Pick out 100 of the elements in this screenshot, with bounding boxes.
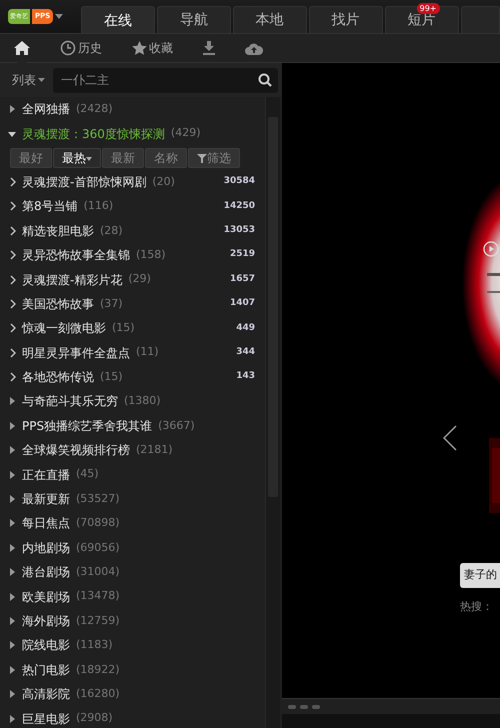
chevron-right-icon[interactable] [10,323,16,334]
category-item[interactable]: 内地剧场 [22,538,70,557]
item-count: (2428) [76,100,113,117]
item-count: (45) [76,466,99,482]
subcategory-item[interactable]: 各地恐怖传说 [22,368,94,386]
sort-button[interactable]: 最好 [10,148,52,168]
expand-icon[interactable] [8,519,16,528]
item-count: (18922) [76,662,120,678]
toolbar-button[interactable]: 历史 [52,34,110,62]
chevron-right-icon[interactable] [10,201,16,212]
subcategory-item[interactable]: 精选丧胆电影 [22,222,94,240]
category-item[interactable]: 港台剧场 [22,563,70,582]
subcategory-item[interactable]: 灵魂摆渡-首部惊悚网剧 [22,172,146,191]
item-count: (11) [136,344,159,360]
subcategory-item[interactable]: 灵异恐怖故事全集锦 [22,246,130,264]
category-item[interactable]: 海外剧场 [22,612,70,630]
play-count: 1407 [230,297,255,310]
sort-button[interactable]: 名称 [145,148,187,168]
mode-dropdown[interactable]: 列表 [12,66,45,94]
download-icon [203,41,215,55]
item-count: (15) [112,320,135,336]
expand-icon[interactable] [8,592,16,601]
caret-icon[interactable] [55,14,64,19]
play-icon[interactable] [483,241,499,257]
clock-icon [60,40,76,56]
chevron-right-icon[interactable] [10,274,16,285]
item-count: (28) [100,222,123,238]
category-item[interactable]: 与奇葩斗其乐无穷 [22,392,118,410]
tab[interactable]: 导航 [156,6,231,33]
search-icon[interactable] [258,73,272,87]
expand-icon[interactable] [8,666,16,674]
chevron-right-icon[interactable] [10,226,16,236]
sort-button[interactable]: 最热 [53,148,101,168]
play-count: 13053 [224,224,255,237]
home-icon [14,41,30,55]
category-item[interactable]: 最新更新 [22,490,70,508]
play-count: 449 [236,322,255,335]
category-item[interactable]: PPS独播综艺季舍我其谁 [22,416,152,435]
sort-button[interactable]: 筛选 [188,148,240,168]
search-field[interactable]: 一仆二主 [59,70,258,90]
expand-icon[interactable] [8,446,16,454]
tab[interactable]: 本地 [232,6,307,33]
category-item[interactable]: 巨星电影 [22,710,70,728]
expand-icon[interactable] [8,544,16,552]
filter-icon [197,154,207,163]
caret-icon [86,156,92,160]
expand-icon[interactable] [8,617,16,625]
tab[interactable]: 找片 [308,6,383,33]
category-item[interactable]: 高清影院 [22,685,70,704]
item-count: (15) [100,368,123,385]
category-item[interactable]: 全球爆笑视频排行榜 [22,441,130,460]
subcategory-item[interactable]: 明星灵异事件全盘点 [22,344,130,362]
category-item[interactable]: 热门电影 [22,660,70,679]
subcategory-item[interactable]: 灵魂摆渡-精彩片花 [22,270,122,289]
chevron-right-icon[interactable] [10,176,16,187]
chevron-right-icon[interactable] [10,348,16,358]
caret-icon [38,78,45,82]
sort-button[interactable]: 最新 [102,148,144,168]
tab[interactable]: 在线 [80,6,155,33]
toolbar-button[interactable]: 收藏 [124,34,181,62]
expand-icon[interactable] [8,568,16,576]
expand-icon[interactable] [8,470,16,479]
chevron-right-icon[interactable] [10,298,16,309]
expand-icon[interactable] [8,495,16,504]
collapse-icon[interactable] [8,130,16,138]
category-item[interactable]: 正在直播 [22,466,70,484]
item-count: (429) [170,125,200,142]
item-count: (20) [152,174,175,190]
item-count: (1183) [76,637,113,654]
search-field[interactable]: 妻子的 [460,563,500,588]
item-count: (16280) [76,686,120,702]
cloud-icon [245,42,263,54]
item-count: (13478) [76,588,120,604]
expand-icon[interactable] [8,397,16,406]
search-box[interactable]: 一仆二主 [53,68,278,92]
expand-icon[interactable] [8,422,16,430]
chevron-right-icon[interactable] [10,250,16,260]
count-badge: 99+ [416,3,440,14]
play-count: 14250 [224,200,255,213]
star-icon [132,41,147,55]
play-count: 1657 [230,272,255,286]
subcategory-item[interactable]: 美国恐怖故事 [22,294,94,313]
chevron-right-icon[interactable] [10,372,16,382]
subcategory-item[interactable]: 惊魂一刻微电影 [22,319,106,338]
item-count: (1380) [124,393,161,410]
category-item[interactable]: 院线电影 [22,636,70,654]
expand-icon[interactable] [8,641,16,650]
item-count: (116) [84,198,114,214]
play-count: 30584 [224,175,255,188]
play-count: 344 [236,346,255,359]
item-count: (3667) [158,418,195,434]
subcategory-item[interactable]: 第8号当铺 [22,197,78,216]
category-item[interactable]: 欧美剧场 [22,588,70,606]
category-item[interactable]: 灵魂摆渡：360度惊悚探测 [22,124,165,143]
category-item[interactable]: 每日焦点 [22,514,70,532]
expand-icon[interactable] [8,690,16,698]
category-item[interactable]: 全网独播 [22,100,70,118]
expand-icon[interactable] [8,714,16,723]
item-count: (31004) [76,564,120,580]
expand-icon[interactable] [8,105,16,114]
